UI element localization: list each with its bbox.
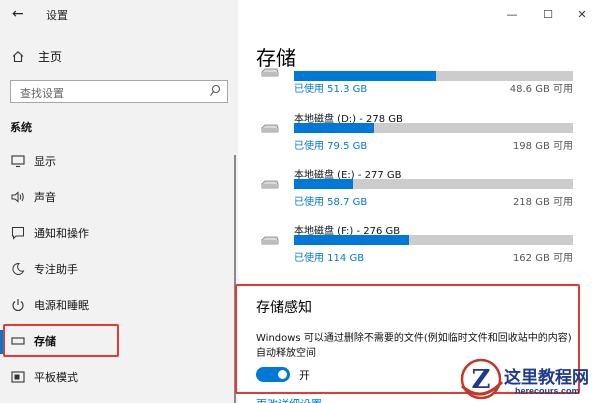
usage-bar-fill <box>294 123 374 133</box>
search-placeholder: 查找设置 <box>20 87 64 100</box>
sidebar-item-label: 显示 <box>34 155 56 168</box>
page-title: 存储 <box>256 46 296 70</box>
sidebar-item-tablet-mode[interactable]: 平板模式 <box>0 359 238 395</box>
used-space: 已使用 114 GB <box>294 253 365 264</box>
usage-bar <box>294 235 573 245</box>
home-icon <box>12 51 24 63</box>
sidebar-item-label: 平板模式 <box>34 371 78 384</box>
usage-bar-fill <box>294 235 410 245</box>
watermark-site: herecours.com <box>515 386 580 396</box>
window-title: 设置 <box>46 9 68 22</box>
notification-icon <box>12 227 24 240</box>
section-label: 系统 <box>10 121 32 134</box>
usage-bar <box>294 179 573 189</box>
used-space: 已使用 58.7 GB <box>294 197 368 208</box>
highlight-box <box>3 324 119 357</box>
sidebar-item-label: 专注助手 <box>34 263 78 276</box>
sidebar-item-focus-assist[interactable]: 专注助手 <box>0 251 238 287</box>
available-space: 162 GB 可用 <box>512 253 573 264</box>
speaker-icon <box>11 191 24 203</box>
sidebar-item-power[interactable]: 电源和睡眠 <box>0 287 238 323</box>
tablet-icon <box>11 371 25 383</box>
available-space: 218 GB 可用 <box>512 197 573 208</box>
sidebar-item-label: 通知和操作 <box>34 227 89 240</box>
maximize-button[interactable]: ☐ <box>541 8 555 21</box>
moon-icon <box>12 262 25 275</box>
sidebar-item-notifications[interactable]: 通知和操作 <box>0 215 238 251</box>
watermark-brand: 这里教程网 <box>504 368 589 388</box>
used-space: 已使用 51.3 GB <box>294 84 368 95</box>
minimize-button[interactable]: — <box>505 8 519 21</box>
usage-bar <box>294 123 573 133</box>
change-settings-link[interactable]: 更改详细设置 <box>256 396 322 403</box>
sidebar-item-label: 电源和睡眠 <box>34 299 89 312</box>
sidebar-item-display[interactable]: 显示 <box>0 143 238 179</box>
storage-sense-title: 存储感知 <box>256 300 312 316</box>
available-space: 198 GB 可用 <box>512 141 573 152</box>
sidebar: ← 设置 主页 查找设置 系统 显示 声音 通知和操作 专注助手 电源和睡眠 存… <box>0 0 238 403</box>
search-input[interactable]: 查找设置 <box>10 80 228 103</box>
drive-icon <box>261 68 279 77</box>
usage-bar-fill <box>294 179 354 189</box>
sidebar-item-sound[interactable]: 声音 <box>0 179 238 215</box>
toggle-knob <box>278 370 287 379</box>
drive-icon <box>261 124 279 133</box>
main-pane: — ☐ ✕ 存储 已使用 51.3 GB 48.6 GB 可用 本地磁盘 (D:… <box>235 0 598 403</box>
sidebar-item-label: 声音 <box>34 191 56 204</box>
drive-icon <box>261 236 279 245</box>
storage-sense-toggle[interactable] <box>256 367 290 382</box>
watermark-letter: Z <box>472 365 491 395</box>
drive-icon <box>261 180 279 189</box>
sidebar-item-home[interactable]: 主页 <box>10 48 62 65</box>
monitor-icon <box>11 155 25 168</box>
toggle-label: 开 <box>299 369 310 382</box>
close-button[interactable]: ✕ <box>575 8 589 21</box>
used-space: 已使用 79.5 GB <box>294 141 368 152</box>
available-space: 48.6 GB 可用 <box>509 84 573 95</box>
power-icon <box>12 299 24 312</box>
sidebar-item-label: 主页 <box>38 50 63 64</box>
back-arrow-icon[interactable]: ← <box>12 6 24 22</box>
search-icon[interactable] <box>209 84 221 98</box>
